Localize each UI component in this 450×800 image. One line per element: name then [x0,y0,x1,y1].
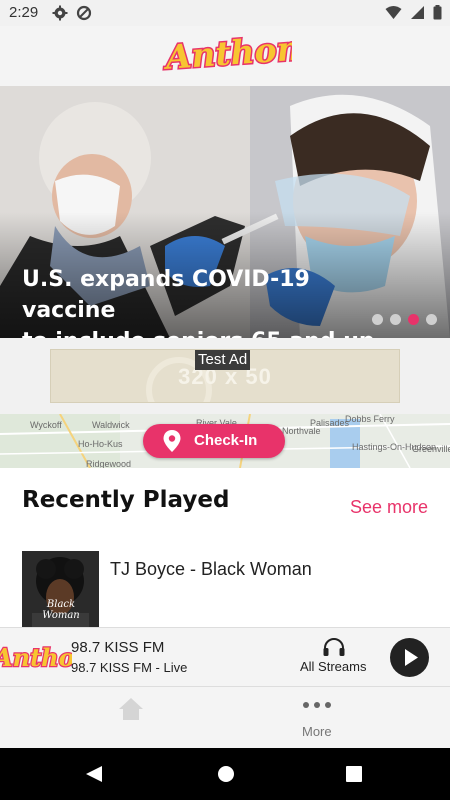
more-tab-label[interactable]: More [302,724,332,739]
home-tab-icon[interactable] [118,697,144,721]
all-streams-label[interactable]: All Streams [300,659,366,674]
station-logo: Anthony [0,642,72,674]
carousel-dots [372,314,437,325]
mini-player[interactable]: Anthony 98.7 KISS FM 98.7 KISS FM - Live… [0,627,450,687]
system-nav-bar [0,748,450,800]
map-label: Waldwick [92,420,130,430]
map-label: Greenville [412,444,450,454]
data-saver-icon [76,5,92,21]
svg-text:Anthony: Anthony [162,28,292,77]
map-label: Ridgewood [86,459,132,468]
headphones-icon[interactable] [322,637,346,657]
recents-icon[interactable] [346,766,362,782]
home-icon[interactable] [216,764,236,784]
see-more-link[interactable]: See more [350,497,428,518]
station-name: 98.7 KISS FM [71,639,165,656]
map-label: Dobbs Ferry [345,414,395,424]
wifi-icon [385,6,402,19]
battery-icon [433,5,442,20]
album-art-text: Black Woman [42,599,80,621]
play-icon [405,649,418,666]
carousel-dot-2[interactable] [390,314,401,325]
carousel-dot-4[interactable] [426,314,437,325]
play-button[interactable] [390,638,429,677]
app-header: Anthony [0,26,450,87]
carousel-dot-1[interactable] [372,314,383,325]
anthony-logo: Anthony [162,28,292,79]
bottom-tab-bar: More [0,687,450,748]
svg-text:Anthony: Anthony [0,643,72,672]
track-title[interactable]: TJ Boyce - Black Woman [110,559,312,580]
status-bar: 2:29 [0,0,450,26]
check-in-button[interactable]: Check-In [143,424,285,458]
carousel-dot-3[interactable] [408,314,419,325]
test-ad-label: Test Ad [195,350,251,370]
track-album-art[interactable]: Black Woman [22,551,99,628]
hero-headline-line1: U.S. expands COVID-19 vaccine [22,267,310,323]
location-pin-icon [163,430,181,452]
more-dots-icon[interactable] [302,701,332,709]
map-label: Ho-Ho-Kus [78,439,123,449]
gear-icon [52,5,68,21]
station-subtitle: 98.7 KISS FM - Live [71,660,188,675]
back-icon[interactable] [84,764,104,784]
status-time: 2:29 [9,4,39,21]
recently-played-title: Recently Played [22,487,230,513]
map-label: Wyckoff [30,420,62,430]
map-label: Palisades [310,418,350,428]
check-in-label: Check-In [194,432,258,449]
signal-icon [411,6,424,19]
